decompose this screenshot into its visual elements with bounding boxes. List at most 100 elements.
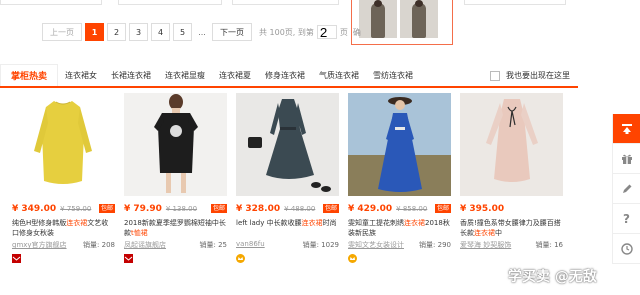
title-text: left lady 中长款收腰	[236, 219, 302, 227]
question-mark-icon: ?	[623, 211, 630, 226]
price-row: ¥ 349.00 ¥ 759.00 包邮	[12, 203, 115, 214]
card-edge	[464, 0, 566, 5]
previous-row-card-edges	[0, 0, 640, 8]
tab-keyword[interactable]: 修身连衣裙	[258, 65, 312, 86]
tab-keyword[interactable]: 气质连衣裙	[312, 65, 366, 86]
sales-count: 销量: 16	[535, 241, 564, 249]
shop-link[interactable]: van86fu	[236, 240, 265, 250]
card-edge	[232, 0, 339, 5]
product-card[interactable]: ¥ 328.00 ¥ 488.00 包邮 left lady 中长款收腰连衣裙时…	[236, 93, 339, 263]
checkbox-icon	[490, 70, 500, 81]
edit-button[interactable]	[612, 174, 640, 204]
product-preview-popup	[351, 0, 453, 45]
product-title[interactable]: 雯知童工提花刺绣连衣裙2018秋装新民族	[348, 218, 451, 240]
tab-keyword[interactable]: 长裙连衣裙	[104, 65, 158, 86]
title-text: 中	[495, 229, 502, 237]
page-button[interactable]: 4	[151, 23, 170, 41]
page-jump-input[interactable]	[316, 25, 337, 39]
shop-link[interactable]: 爱琴海 妙契服饰	[460, 240, 511, 250]
watermark: 学买卖 @无敌	[508, 269, 597, 285]
sales-count: 销量: 25	[199, 241, 228, 249]
shop-row: 雯知文艺女装设计 销量: 290	[348, 240, 451, 250]
preview-thumbnail[interactable]	[400, 0, 438, 38]
product-card[interactable]: ¥ 395.00 香质!撞色系带女腰律力及腰百搭长款连衣裙中 爱琴海 妙契服饰 …	[460, 93, 563, 249]
title-highlight: 连衣裙	[301, 219, 323, 227]
title-text: 纯色H型修身韩版	[12, 219, 67, 227]
title-highlight: 连衣裙	[66, 219, 88, 227]
advertise-here-link[interactable]: 我也要出现在这里	[490, 65, 578, 86]
product-card[interactable]: ¥ 79.90 ¥ 138.00 包邮 2018新款夏季绲罗鹦棉短袖中长款t恤裙…	[124, 93, 227, 263]
page-button[interactable]: 2	[107, 23, 126, 41]
prev-page-button[interactable]: 上一页	[42, 23, 82, 41]
next-page-button[interactable]: 下一页	[212, 23, 252, 41]
tab-keyword[interactable]: 连衣裙显瘦	[158, 65, 212, 86]
page-button[interactable]: 5	[173, 23, 192, 41]
price-row: ¥ 429.00 ¥ 858.00 包邮	[348, 203, 451, 214]
page-unit-label: 页	[339, 27, 348, 37]
original-price: ¥ 858.00	[396, 204, 428, 213]
title-text: 雯知童工提花刺绣	[348, 219, 404, 227]
pagination: 上一页 1 2 3 4 5 ... 下一页 共 100页, 到第 页 确	[42, 22, 361, 42]
pencil-icon	[622, 184, 631, 193]
price: ¥ 395.00	[460, 203, 505, 214]
page-jump-confirm-button[interactable]: 确	[353, 27, 361, 38]
shop-row: 爱琴海 妙契服饰 销量: 16	[460, 240, 563, 250]
tab-hot-sale[interactable]: 掌柜热卖	[0, 64, 59, 86]
product-card[interactable]: ¥ 349.00 ¥ 759.00 包邮 纯色H型修身韩版连衣裙文艺收口修身女秋…	[12, 93, 115, 263]
original-price: ¥ 138.00	[165, 204, 198, 213]
crown-icon	[348, 254, 357, 263]
shop-row: 凤起谣旗舰店 销量: 25	[124, 240, 227, 250]
product-title[interactable]: 2018新款夏季绲罗鹦棉短袖中长款t恤裙	[124, 218, 227, 240]
tab-keyword[interactable]: 雪纺连衣裙	[366, 65, 420, 86]
gift-button[interactable]	[612, 144, 640, 174]
clock-icon	[620, 242, 633, 255]
shop-link[interactable]: gmxy官方旗舰店	[12, 240, 67, 250]
back-to-top-button[interactable]	[612, 114, 640, 144]
product-title[interactable]: left lady 中长款收腰连衣裙时尚	[236, 218, 339, 240]
price: ¥ 349.00	[12, 203, 57, 214]
shop-link[interactable]: 凤起谣旗舰店	[124, 240, 166, 250]
total-pages-text: 共 100页, 到第	[259, 27, 314, 37]
tmall-icon	[124, 254, 133, 263]
price: ¥ 429.00	[348, 203, 393, 214]
price-row: ¥ 395.00	[460, 203, 563, 214]
title-highlight: t恤裙	[131, 229, 148, 237]
shop-row: van86fu 销量: 1029	[236, 240, 339, 250]
free-shipping-badge: 包邮	[434, 204, 451, 213]
product-image[interactable]	[460, 93, 563, 196]
tmall-icon	[12, 254, 21, 263]
page-button[interactable]: 3	[129, 23, 148, 41]
sales-count: 销量: 290	[419, 241, 451, 249]
product-card[interactable]: ¥ 429.00 ¥ 858.00 包邮 雯知童工提花刺绣连衣裙2018秋装新民…	[348, 93, 451, 263]
price: ¥ 79.90	[124, 203, 162, 214]
tab-keyword[interactable]: 连衣裙女	[58, 65, 104, 86]
title-text: 时尚	[322, 219, 337, 227]
original-price: ¥ 488.00	[284, 204, 316, 213]
price: ¥ 328.00	[236, 203, 281, 214]
product-title[interactable]: 纯色H型修身韩版连衣裙文艺收口修身女秋装	[12, 218, 115, 240]
sales-count: 销量: 208	[83, 241, 115, 249]
price-row: ¥ 79.90 ¥ 138.00 包邮	[124, 203, 227, 214]
shop-row: gmxy官方旗舰店 销量: 208	[12, 240, 115, 250]
sales-count: 销量: 1029	[302, 241, 339, 249]
product-image[interactable]	[236, 93, 339, 196]
advertise-here-label: 我也要出现在这里	[506, 71, 570, 80]
history-button[interactable]	[612, 234, 640, 264]
card-edge	[118, 0, 222, 5]
tab-keyword[interactable]: 连衣裙夏	[212, 65, 258, 86]
crown-icon	[236, 254, 245, 263]
original-price: ¥ 759.00	[60, 204, 92, 213]
free-shipping-badge: 包邮	[210, 204, 227, 213]
preview-thumbnail[interactable]	[359, 0, 397, 38]
product-title[interactable]: 香质!撞色系带女腰律力及腰百搭长款连衣裙中	[460, 218, 563, 240]
price-row: ¥ 328.00 ¥ 488.00 包邮	[236, 203, 339, 214]
page-button[interactable]: 1	[85, 23, 104, 41]
product-image[interactable]	[12, 93, 115, 196]
hot-sale-tabs: 掌柜热卖 连衣裙女 长裙连衣裙 连衣裙显瘦 连衣裙夏 修身连衣裙 气质连衣裙 雪…	[0, 64, 578, 88]
product-image[interactable]	[348, 93, 451, 196]
help-button[interactable]: ?	[612, 204, 640, 234]
shop-link[interactable]: 雯知文艺女装设计	[348, 240, 404, 250]
product-image[interactable]	[124, 93, 227, 196]
title-highlight: 连衣裙	[474, 229, 495, 237]
pagination-ellipsis: ...	[195, 23, 209, 41]
